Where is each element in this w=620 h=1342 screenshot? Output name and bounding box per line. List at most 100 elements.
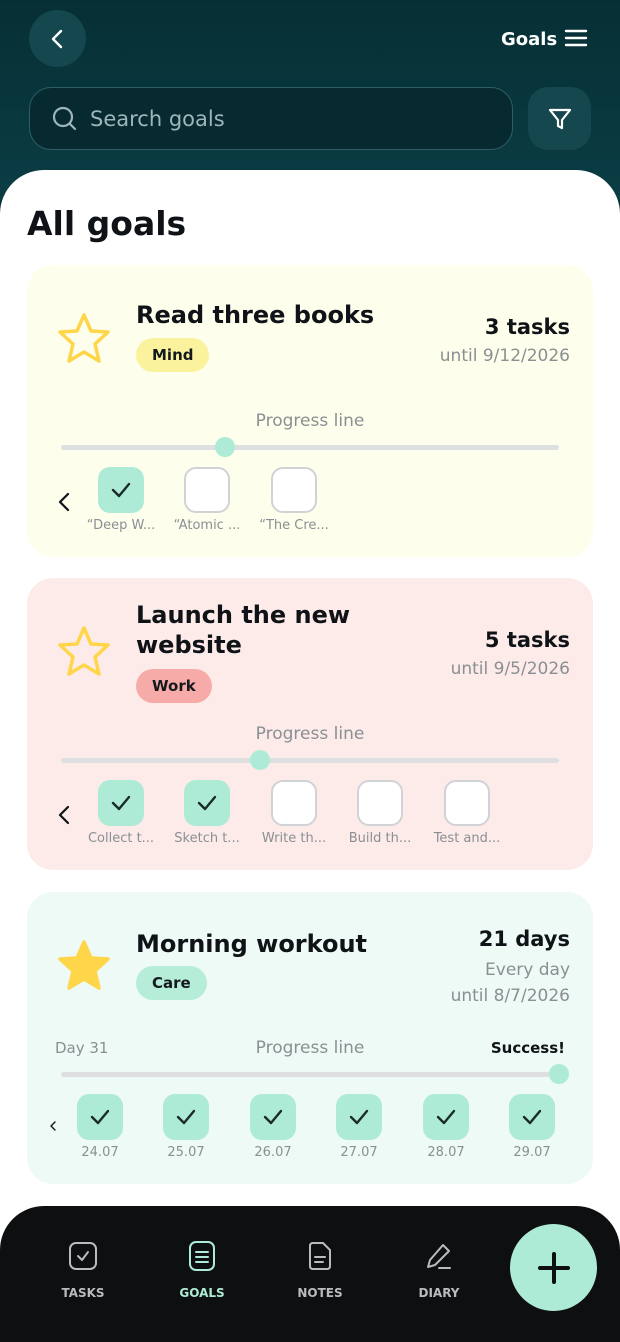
task-item[interactable]: “Deep W... [78, 467, 164, 533]
day-label: 24.07 [81, 1145, 119, 1160]
nav-diary[interactable]: DIARY [389, 1240, 489, 1300]
goals-list-icon [189, 1241, 215, 1271]
page-title: All goals [27, 204, 187, 243]
day-checkbox-checked[interactable] [336, 1094, 382, 1140]
checkmark-icon [263, 1109, 283, 1125]
star-outline-icon[interactable] [55, 624, 113, 680]
progress-track [61, 437, 559, 457]
task-checkbox[interactable] [444, 780, 490, 826]
goals-content: All goals Read three books Mind 3 tasks … [0, 170, 620, 1270]
task-checkbox[interactable] [271, 780, 317, 826]
nav-goals[interactable]: GOALS [152, 1240, 252, 1300]
back-button[interactable] [29, 10, 86, 67]
task-checkbox-checked[interactable] [184, 780, 230, 826]
checkmark-icon [90, 1109, 110, 1125]
goal-card-read-books[interactable]: Read three books Mind 3 tasks until 9/12… [27, 265, 593, 557]
search-bar[interactable] [29, 87, 513, 150]
day-item[interactable]: 24.07 [57, 1094, 143, 1160]
task-checkbox[interactable] [271, 467, 317, 513]
note-icon [309, 1242, 331, 1270]
progress-thumb[interactable] [549, 1064, 569, 1084]
checkmark-icon [349, 1109, 369, 1125]
task-label: “Atomic ... [173, 518, 241, 533]
task-item[interactable]: Sketch t... [164, 780, 250, 846]
nav-label: DIARY [418, 1286, 460, 1300]
task-checkbox-checked[interactable] [98, 467, 144, 513]
tag-work[interactable]: Work [136, 669, 212, 703]
header-title: Goals [501, 29, 558, 50]
day-label: 28.07 [427, 1145, 465, 1160]
success-label: Success! [490, 1039, 565, 1057]
task-checkbox[interactable] [357, 780, 403, 826]
task-item[interactable]: Collect t... [78, 780, 164, 846]
goal-title: Morning workout [136, 930, 367, 958]
day-label: 29.07 [513, 1145, 551, 1160]
day-checkbox-checked[interactable] [423, 1094, 469, 1140]
goal-title-line: website [136, 631, 242, 659]
task-checkbox-icon [69, 1242, 97, 1270]
checkmark-icon [197, 795, 217, 811]
task-item[interactable]: Write th... [251, 780, 337, 846]
chevron-left-icon [51, 29, 62, 48]
tag-mind[interactable]: Mind [136, 338, 210, 372]
due-date: until 9/5/2026 [450, 659, 570, 679]
checkmark-icon [436, 1109, 456, 1125]
task-checkbox[interactable] [184, 467, 230, 513]
task-item[interactable]: Build th... [337, 780, 423, 846]
search-input[interactable] [90, 106, 470, 131]
goal-card-launch-website[interactable]: Launch the new website Work 5 tasks unti… [27, 578, 593, 870]
search-icon [52, 106, 77, 130]
chevron-left-icon[interactable] [57, 804, 71, 826]
day-checkbox-checked[interactable] [163, 1094, 209, 1140]
chevron-left-icon[interactable] [57, 491, 71, 513]
star-filled-icon[interactable] [55, 938, 113, 994]
progress-label: Progress line [255, 411, 365, 431]
task-checkbox-checked[interactable] [98, 780, 144, 826]
task-label: Sketch t... [174, 831, 240, 846]
goal-title: Read three books [136, 301, 375, 329]
filter-button[interactable] [528, 87, 591, 150]
task-label: Build th... [348, 831, 412, 846]
plus-icon [537, 1251, 570, 1284]
day-item[interactable]: 26.07 [230, 1094, 316, 1160]
menu-button[interactable] [562, 26, 590, 50]
add-button[interactable] [510, 1224, 597, 1311]
frequency: Every day [485, 960, 570, 980]
day-item[interactable]: 29.07 [489, 1094, 575, 1160]
task-item[interactable]: “Atomic ... [164, 467, 250, 533]
star-outline-icon[interactable] [55, 311, 113, 367]
day-checkbox-checked[interactable] [509, 1094, 555, 1140]
task-label: Write th... [261, 831, 327, 846]
chevron-left-icon[interactable] [49, 1120, 57, 1132]
day-checkbox-checked[interactable] [77, 1094, 123, 1140]
due-date: until 8/7/2026 [450, 986, 570, 1006]
task-count: 5 tasks [484, 628, 570, 652]
day-item[interactable]: 25.07 [143, 1094, 229, 1160]
nav-tasks[interactable]: TASKS [33, 1240, 133, 1300]
day-label: 26.07 [254, 1145, 292, 1160]
hamburger-menu-icon [564, 29, 588, 47]
day-item[interactable]: 28.07 [403, 1094, 489, 1160]
nav-notes[interactable]: NOTES [270, 1240, 370, 1300]
checkmark-icon [522, 1109, 542, 1125]
day-checkbox-checked[interactable] [250, 1094, 296, 1140]
nav-label: GOALS [179, 1286, 225, 1300]
goal-card-morning-workout[interactable]: Morning workout Care 21 days Every day u… [27, 892, 593, 1184]
pencil-icon [427, 1244, 451, 1269]
progress-thumb[interactable] [215, 437, 236, 457]
filter-icon [548, 108, 571, 129]
day-label: 25.07 [167, 1145, 205, 1160]
task-label: Test and... [433, 831, 501, 846]
checkmark-icon [111, 795, 131, 811]
task-item[interactable]: Test and... [424, 780, 510, 846]
day-item[interactable]: 27.07 [316, 1094, 402, 1160]
day-count: 21 days [478, 927, 570, 951]
task-label: Collect t... [87, 831, 155, 846]
due-date: until 9/12/2026 [439, 346, 570, 366]
task-count: 3 tasks [484, 315, 570, 339]
task-item[interactable]: “The Cre... [251, 467, 337, 533]
checkmark-icon [176, 1109, 196, 1125]
nav-label: NOTES [297, 1286, 343, 1300]
progress-thumb[interactable] [250, 750, 271, 770]
tag-care[interactable]: Care [136, 966, 207, 1000]
